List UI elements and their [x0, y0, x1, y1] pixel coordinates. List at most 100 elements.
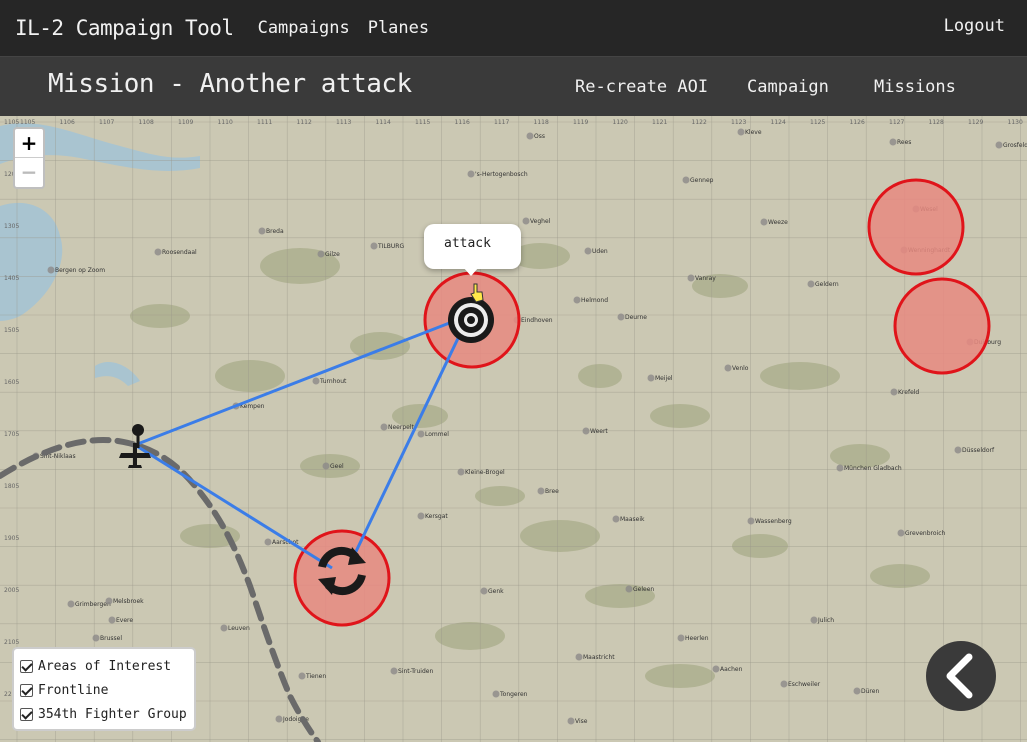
town-marker	[737, 128, 745, 136]
grid-label: 1111	[257, 119, 272, 126]
place-label: Meijel	[655, 375, 673, 382]
place-label: Leuven	[228, 625, 250, 632]
grid-label: 2105	[4, 639, 19, 646]
grid-label: 1126	[850, 119, 865, 126]
place-label: Genk	[488, 588, 504, 595]
town-marker	[575, 653, 583, 661]
grid-label: 1505	[4, 327, 19, 334]
town-marker	[322, 462, 330, 470]
place-label: TILBURG	[377, 243, 404, 250]
grid-label: 1305	[4, 223, 19, 230]
place-label: Eindhoven	[521, 317, 553, 324]
missions-link[interactable]: Missions	[874, 77, 956, 97]
place-label: Uden	[592, 248, 608, 255]
town-marker	[537, 487, 545, 495]
grid-label: 1109	[178, 119, 193, 126]
town-marker	[154, 248, 162, 256]
grid-label: 1106	[60, 119, 75, 126]
grid-label: 1124	[771, 119, 786, 126]
grid-label: 1120	[613, 119, 628, 126]
layer-checkbox[interactable]	[20, 707, 33, 721]
town-marker	[298, 672, 306, 680]
place-label: Kleine-Brogel	[465, 469, 505, 476]
grid-label: 1123	[731, 119, 746, 126]
nav-planes[interactable]: Planes	[368, 18, 429, 38]
aoi-duisburg-area[interactable]	[893, 277, 991, 375]
layer-areas-of-interest[interactable]: Areas of Interest	[20, 654, 188, 678]
town-marker	[457, 468, 465, 476]
town-marker	[582, 427, 590, 435]
town-marker	[584, 247, 592, 255]
place-label: Sint-Truiden	[398, 668, 433, 675]
town-marker	[380, 423, 388, 431]
forest-area	[130, 304, 190, 328]
town-marker	[682, 176, 690, 184]
recreate-aoi-link[interactable]: Re-create AOI	[575, 77, 708, 97]
layer-frontline[interactable]: Frontline	[20, 678, 188, 702]
place-label: Gennep	[690, 177, 714, 184]
layer-label: Frontline	[38, 682, 109, 698]
place-label: Rees	[897, 139, 911, 146]
grid-label: 1108	[139, 119, 154, 126]
place-label: Neerpelt	[388, 424, 415, 431]
nav-campaigns[interactable]: Campaigns	[258, 18, 350, 38]
place-label: Vanray	[695, 275, 716, 282]
popup-tip	[463, 267, 479, 276]
layer-checkbox[interactable]	[20, 659, 33, 673]
place-label: Deurne	[625, 314, 647, 321]
back-button[interactable]	[926, 641, 996, 711]
place-label: Veghel	[530, 218, 551, 225]
place-label: Julich	[817, 617, 834, 624]
zoom-in-button[interactable]: +	[15, 129, 43, 158]
zoom-control: + −	[13, 127, 45, 189]
place-label: Weert	[590, 428, 608, 435]
logout-link[interactable]: Logout	[944, 16, 1005, 36]
town-marker	[747, 517, 755, 525]
forest-area	[215, 360, 285, 392]
grid-label: 1105	[20, 119, 35, 126]
place-label: Weeze	[768, 219, 788, 226]
forest-area	[732, 534, 788, 558]
town-marker	[612, 515, 620, 523]
place-label: Eschweiler	[788, 681, 821, 688]
forest-area	[350, 332, 410, 360]
town-marker	[760, 218, 768, 226]
target-icon[interactable]	[448, 297, 494, 343]
town-marker	[492, 690, 500, 698]
town-marker	[687, 274, 695, 282]
aoi-wesel-area[interactable]	[867, 178, 965, 276]
place-label: Geldern	[815, 281, 839, 288]
town-marker	[67, 600, 75, 608]
layer-label: Areas of Interest	[38, 658, 172, 674]
aoi-rendezvous-area[interactable]	[293, 529, 391, 627]
grid-label: 1118	[534, 119, 549, 126]
grid-label: 2005	[4, 587, 19, 594]
place-label: Kersgat	[425, 513, 448, 520]
campaign-link[interactable]: Campaign	[747, 77, 829, 97]
grid-label: 1119	[573, 119, 588, 126]
place-label: Brussel	[100, 635, 122, 642]
layer-checkbox[interactable]	[20, 683, 33, 697]
town-marker	[807, 280, 815, 288]
app-brand[interactable]: IL-2 Campaign Tool	[15, 16, 234, 40]
page-header: Mission - Another attack Re-create AOI C…	[0, 56, 1027, 116]
place-label: Wassenberg	[755, 518, 792, 525]
town-marker	[617, 313, 625, 321]
layer-fighter-group[interactable]: 354th Fighter Group	[20, 702, 188, 726]
place-label: Evere	[116, 617, 133, 624]
place-label: Krefeld	[898, 389, 919, 396]
grid-label: 1107	[99, 119, 114, 126]
town-marker	[573, 296, 581, 304]
place-label: Bergen op Zoom	[55, 267, 105, 274]
town-marker	[526, 132, 534, 140]
town-marker	[647, 374, 655, 382]
place-label: Helmond	[581, 297, 608, 304]
town-marker	[370, 242, 378, 250]
forest-area	[475, 486, 525, 506]
zoom-out-button[interactable]: −	[15, 158, 43, 187]
town-marker	[724, 364, 732, 372]
forest-area	[435, 622, 505, 650]
target-popup: attack	[424, 224, 521, 276]
chevron-left-icon	[946, 653, 973, 699]
grid-label: 1130	[1008, 119, 1023, 126]
